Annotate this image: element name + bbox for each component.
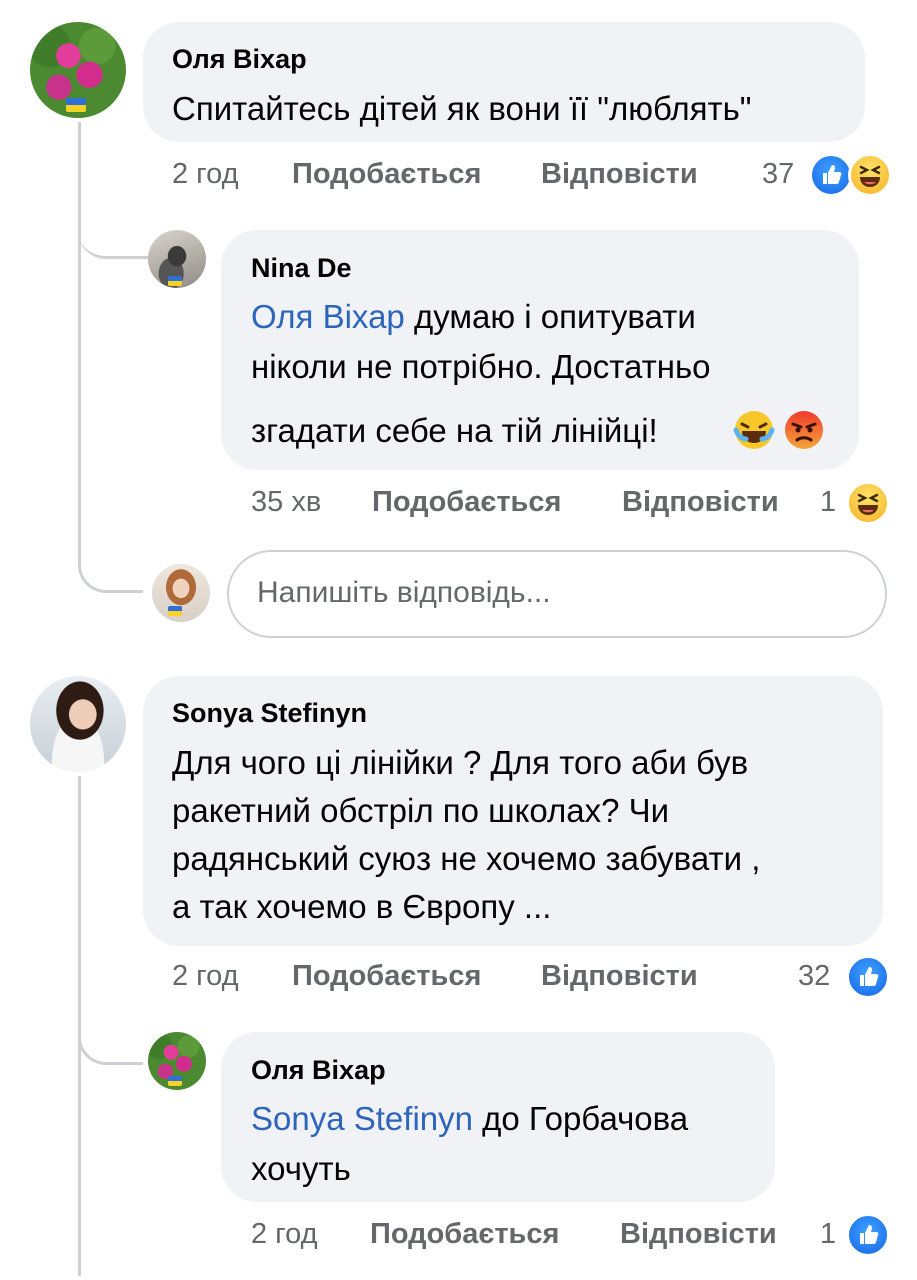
thread-connector: [78, 540, 143, 593]
reply-button[interactable]: Відповісти: [541, 960, 698, 993]
like-button-label: Подобається: [292, 158, 482, 190]
mention-link[interactable]: Оля Віхар: [251, 298, 405, 335]
like-icon: [809, 153, 853, 197]
reply-text-line: до Горбачова: [472, 1100, 689, 1137]
reply-button-label: Відповісти: [541, 158, 698, 190]
reply-button[interactable]: Відповісти: [620, 1218, 777, 1251]
reply-text-line: згадати себе на тій лінійці!: [251, 412, 658, 449]
reply-button-label: Відповісти: [620, 1218, 777, 1250]
like-icon: [846, 1213, 890, 1257]
reply-author[interactable]: Оля Віхар: [251, 1055, 386, 1086]
comment-time[interactable]: 2 год: [172, 960, 239, 993]
reply-button[interactable]: Відповісти: [622, 486, 779, 519]
haha-icon: [846, 481, 890, 525]
reply-text-line: думаю і опитувати: [404, 298, 696, 335]
reply-input-placeholder: Напишіть відповідь...: [257, 576, 551, 609]
like-button-label: Подобається: [292, 960, 482, 992]
reaction-count[interactable]: 1: [820, 486, 836, 519]
reply-button-label: Відповісти: [541, 960, 698, 992]
reply-text-line: ніколи не потрібно. Достатньо: [251, 348, 711, 385]
thread-connector: [78, 200, 148, 259]
angry-face-emoji: [783, 409, 825, 451]
reply-button[interactable]: Відповісти: [541, 158, 698, 191]
like-button[interactable]: Подобається: [292, 960, 481, 993]
comment-text-line: а так хочемо в Європу ...: [172, 888, 552, 925]
reply-button-label: Відповісти: [622, 486, 779, 518]
thread-connector: [78, 1004, 143, 1065]
comment-text-line: Для чого ці лінійки ? Для того аби був: [172, 744, 749, 781]
ukraine-flag-icon: [168, 1076, 182, 1086]
like-button-label: Подобається: [370, 1218, 560, 1250]
like-button[interactable]: Подобається: [372, 486, 561, 519]
avatar[interactable]: [30, 676, 126, 772]
thread-line: [78, 122, 81, 562]
mention-link[interactable]: Sonya Stefinyn: [251, 1100, 473, 1137]
like-icon: [846, 955, 890, 999]
reaction-count[interactable]: 37: [762, 158, 794, 191]
ukraine-flag-icon: [168, 276, 182, 286]
ukraine-flag-icon: [168, 606, 182, 616]
comment-text: Спитайтесь дітей як вони її "люблять": [172, 90, 752, 127]
ukraine-flag-icon: [66, 98, 86, 112]
reaction-count[interactable]: 32: [798, 960, 830, 993]
comment-author[interactable]: Sonya Stefinyn: [172, 698, 367, 729]
like-button[interactable]: Подобається: [370, 1218, 559, 1251]
reply-time[interactable]: 2 год: [251, 1218, 318, 1251]
comment-text-line: радянський суюз не хочемо забувати ,: [172, 840, 761, 877]
laughing-crying-emoji: [733, 409, 775, 451]
reply-text-line: хочуть: [251, 1150, 351, 1187]
reply-author[interactable]: Nina De: [251, 253, 352, 284]
reply-text: Sonya Stefinyn до Горбачова хочуть: [251, 1094, 771, 1194]
reply-time[interactable]: 35 хв: [251, 486, 321, 519]
haha-icon: [848, 153, 892, 197]
reply-text: Оля Віхар думаю і опитувати ніколи не по…: [251, 292, 851, 392]
like-button[interactable]: Подобається: [292, 158, 481, 191]
comment-text-line: ракетний обстріл по школах? Чи: [172, 792, 670, 829]
reaction-count[interactable]: 1: [820, 1218, 836, 1251]
comment-time[interactable]: 2 год: [172, 158, 239, 191]
comment-author[interactable]: Оля Віхар: [172, 44, 307, 75]
like-button-label: Подобається: [372, 486, 562, 518]
